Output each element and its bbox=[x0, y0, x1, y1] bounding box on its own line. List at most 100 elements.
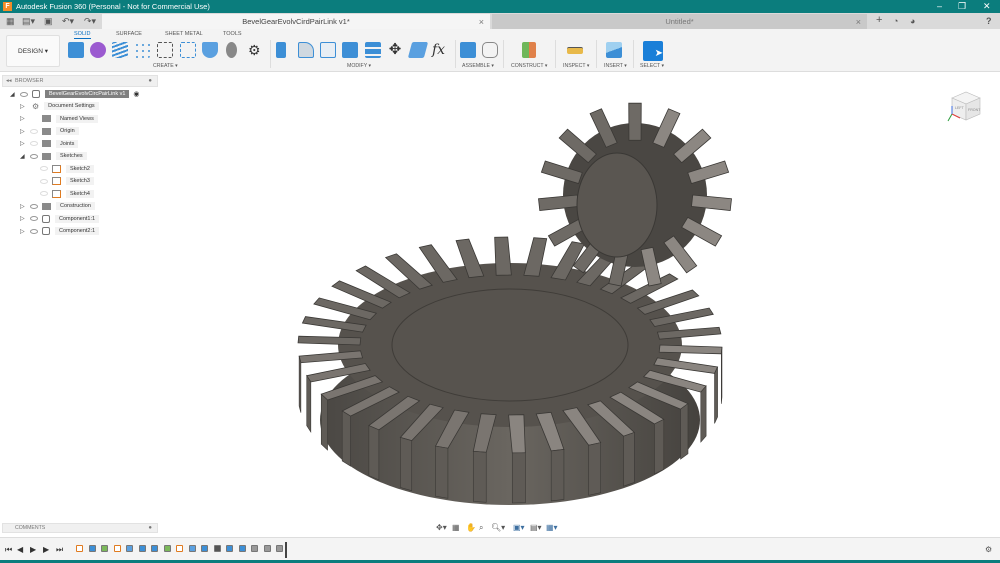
file-menu-icon[interactable]: ▤▾ bbox=[22, 16, 35, 27]
timeline-marker[interactable] bbox=[285, 542, 287, 558]
ring-gear-tooth-side bbox=[400, 437, 413, 492]
chamfer-icon[interactable] bbox=[320, 42, 336, 58]
coil-icon[interactable] bbox=[226, 42, 237, 58]
construct-menu[interactable]: CONSTRUCT ▾ bbox=[511, 63, 548, 69]
pinion-gear-face bbox=[576, 152, 658, 258]
timeline-start-icon[interactable]: ⏮ bbox=[5, 545, 12, 555]
move-icon[interactable]: ✥ bbox=[387, 42, 403, 58]
undo-icon[interactable]: ↶▾ bbox=[62, 16, 74, 27]
insert-menu[interactable]: INSERT ▾ bbox=[604, 63, 627, 69]
panel-pin-icon[interactable]: ● bbox=[148, 525, 152, 531]
timeline-feature-icon[interactable] bbox=[113, 545, 121, 552]
measure-icon[interactable] bbox=[567, 47, 583, 54]
create-form-icon[interactable] bbox=[90, 42, 106, 58]
extrude-icon[interactable] bbox=[112, 42, 128, 58]
create-sketch-icon[interactable] bbox=[157, 42, 173, 58]
tab-sheet-metal[interactable]: SHEET METAL bbox=[165, 31, 203, 37]
close-tab-icon[interactable]: × bbox=[856, 17, 861, 27]
joint-icon[interactable] bbox=[482, 42, 498, 58]
timeline-feature-icon[interactable] bbox=[213, 545, 221, 552]
tab-untitled[interactable]: Untitled* × bbox=[492, 14, 867, 29]
press-pull-icon[interactable] bbox=[276, 42, 286, 58]
display-settings-icon[interactable]: ▣▾ bbox=[513, 523, 525, 532]
sketch-dimension-icon[interactable] bbox=[180, 42, 196, 58]
comments-panel[interactable]: COMMENTS ● bbox=[2, 523, 158, 533]
save-icon[interactable]: ▣ bbox=[44, 16, 53, 27]
minimize-button[interactable]: – bbox=[937, 0, 942, 13]
divider bbox=[596, 40, 597, 68]
timeline-feature-icon[interactable] bbox=[176, 545, 183, 552]
timeline-feature-icon[interactable] bbox=[201, 545, 208, 552]
timeline-feature-icon[interactable] bbox=[101, 545, 108, 552]
divider bbox=[455, 40, 456, 68]
tab-active-document[interactable]: BevelGearEvolvCirdPairLink v1* × bbox=[102, 14, 490, 29]
timeline-feature-icon[interactable] bbox=[238, 545, 246, 552]
timeline-feature-icon[interactable] bbox=[226, 545, 233, 552]
ring-gear-tooth-side bbox=[700, 385, 707, 443]
close-window-button[interactable]: ✕ bbox=[983, 0, 991, 13]
ring-gear-tooth-side bbox=[341, 410, 351, 467]
divider bbox=[503, 40, 504, 68]
new-component-icon[interactable] bbox=[68, 42, 84, 58]
fillet-icon[interactable] bbox=[298, 42, 314, 58]
help-button[interactable]: ? bbox=[986, 16, 992, 26]
job-status-icon[interactable]: ◔ bbox=[893, 16, 898, 26]
view-cube[interactable]: LEFT FRONT bbox=[946, 88, 986, 126]
timeline-play-icon[interactable]: ▶ bbox=[30, 545, 36, 554]
tab-tools[interactable]: TOOLS bbox=[223, 31, 242, 37]
parameters-fx-icon[interactable]: fx bbox=[432, 42, 448, 58]
timeline-feature-icon[interactable] bbox=[151, 545, 158, 552]
timeline-forward-icon[interactable]: ▶ bbox=[43, 545, 49, 554]
timeline-feature-icon[interactable] bbox=[138, 545, 146, 552]
tab-solid[interactable]: SOLID bbox=[74, 31, 91, 39]
timeline-end-icon[interactable]: ⏭ bbox=[56, 545, 63, 555]
modify-menu[interactable]: MODIFY ▾ bbox=[347, 63, 371, 69]
grid-settings-icon[interactable]: ▤▾ bbox=[530, 523, 542, 532]
assemble-menu[interactable]: ASSEMBLE ▾ bbox=[462, 63, 494, 69]
new-component-assemble-icon[interactable] bbox=[460, 42, 476, 58]
timeline-settings-icon[interactable]: ⚙ bbox=[985, 545, 992, 554]
viewports-icon[interactable]: ▦▾ bbox=[546, 523, 558, 532]
ring-gear-tooth bbox=[297, 335, 362, 346]
select-menu[interactable]: SELECT ▾ bbox=[640, 63, 664, 69]
viewport-canvas[interactable] bbox=[0, 72, 1000, 522]
viewcube-left-label[interactable]: LEFT bbox=[955, 106, 965, 110]
timeline-feature-icon[interactable] bbox=[276, 545, 283, 552]
data-panel-icon[interactable]: ▦ bbox=[6, 16, 15, 27]
orbit-icon[interactable]: ✥▾ bbox=[436, 523, 447, 532]
pan-hand-icon[interactable]: ✋ bbox=[466, 523, 476, 532]
notifications-icon[interactable]: ◕ bbox=[910, 16, 915, 26]
timeline-back-icon[interactable]: ◀ bbox=[17, 545, 23, 554]
viewcube-front-label[interactable]: FRONT bbox=[968, 108, 981, 112]
divider bbox=[633, 40, 634, 68]
timeline-feature-icon[interactable] bbox=[163, 545, 171, 552]
offset-plane-icon[interactable] bbox=[522, 42, 536, 58]
ring-gear-tooth bbox=[658, 344, 723, 355]
inspect-menu[interactable]: INSPECT ▾ bbox=[563, 63, 589, 69]
timeline-feature-icon[interactable] bbox=[251, 545, 258, 552]
insert-image-icon[interactable] bbox=[606, 42, 622, 58]
look-at-icon[interactable]: ▦ bbox=[452, 523, 460, 532]
timeline-feature-icon[interactable] bbox=[88, 545, 96, 552]
ring-gear-tooth-side bbox=[368, 425, 380, 481]
select-icon[interactable]: ➤ bbox=[643, 41, 663, 61]
combine-icon[interactable] bbox=[342, 42, 358, 58]
pattern-icon[interactable] bbox=[134, 42, 150, 58]
timeline-feature-icon[interactable] bbox=[76, 545, 83, 552]
new-tab-button[interactable]: + bbox=[876, 14, 882, 26]
restore-button[interactable]: ❐ bbox=[958, 0, 966, 13]
timeline-feature-icon[interactable] bbox=[188, 545, 196, 552]
split-body-icon[interactable] bbox=[365, 42, 381, 58]
close-tab-icon[interactable]: × bbox=[479, 17, 484, 27]
create-menu[interactable]: CREATE ▾ bbox=[153, 63, 178, 69]
zoom-icon[interactable]: ⌕ bbox=[479, 523, 483, 533]
redo-icon[interactable]: ↷▾ bbox=[84, 16, 96, 27]
timeline bbox=[0, 537, 1000, 560]
tab-surface[interactable]: SURFACE bbox=[116, 31, 142, 37]
timeline-feature-icon[interactable] bbox=[126, 545, 133, 552]
workspace-dropdown[interactable]: DESIGN ▾ bbox=[6, 35, 60, 67]
settings-gear-icon[interactable]: ⚙ bbox=[248, 42, 264, 58]
timeline-feature-icon[interactable] bbox=[263, 545, 271, 552]
shell-icon[interactable] bbox=[202, 42, 218, 58]
zoom-window-icon[interactable]: 🔍︎▾ bbox=[491, 523, 505, 532]
